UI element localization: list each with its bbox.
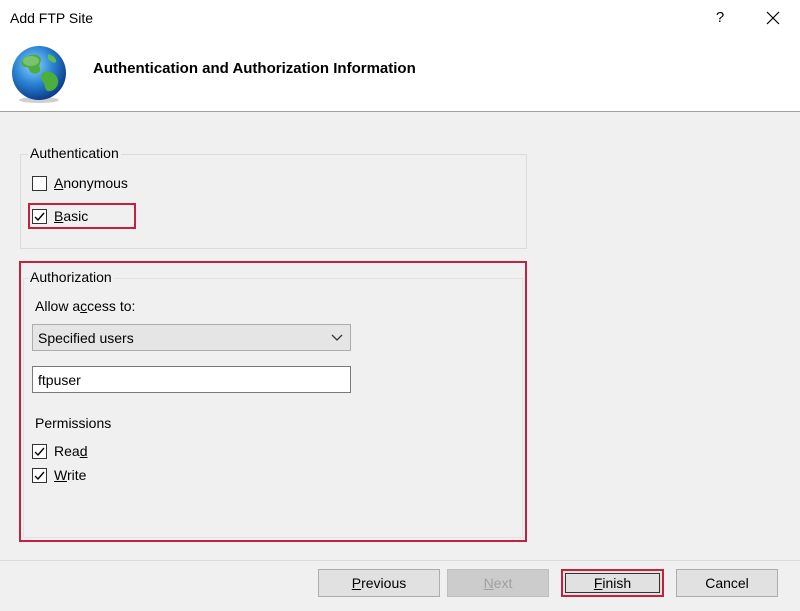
read-checkbox-row[interactable]: Read [32,441,87,461]
write-checkbox-row[interactable]: Write [32,465,86,485]
finish-focus-ring [565,573,660,593]
close-icon [766,11,780,25]
finish-button[interactable]: Finish [561,569,664,597]
previous-button[interactable]: Previous [318,569,440,597]
authentication-group [20,154,527,249]
basic-checkbox[interactable] [32,208,47,224]
page-title: Authentication and Authorization Informa… [93,60,416,77]
authentication-group-label: Authentication [28,145,121,161]
anonymous-label: Anonymous [54,175,128,191]
close-button[interactable] [758,4,788,32]
permissions-label: Permissions [35,415,112,431]
allow-access-select[interactable]: Specified users [32,324,351,351]
help-button[interactable]: ? [706,4,734,32]
check-icon [34,471,45,480]
window-title: Add FTP Site [10,10,94,26]
footer-divider [0,560,800,561]
anonymous-checkbox[interactable] [32,175,47,191]
chevron-down-icon [331,334,343,341]
wizard-header: Authentication and Authorization Informa… [0,36,800,112]
basic-checkbox-row[interactable]: Basic [32,206,88,226]
users-field[interactable] [32,366,351,393]
users-input[interactable] [33,367,350,392]
cancel-button[interactable]: Cancel [676,569,778,597]
anonymous-checkbox-row[interactable]: Anonymous [32,173,128,193]
check-icon [34,212,45,221]
read-checkbox[interactable] [32,443,47,459]
authorization-group-label: Authorization [28,269,114,285]
globe-icon [12,46,66,103]
allow-access-selected-value: Specified users [38,330,134,346]
next-button[interactable]: Next [447,569,549,597]
read-label: Read [54,443,88,459]
write-label: Write [54,467,87,483]
authorization-group [23,278,523,538]
write-checkbox[interactable] [32,467,47,483]
title-bar: Add FTP Site ? [0,0,800,36]
allow-access-label: Allow access to: [35,298,136,314]
basic-label: Basic [54,208,89,224]
check-icon [34,447,45,456]
